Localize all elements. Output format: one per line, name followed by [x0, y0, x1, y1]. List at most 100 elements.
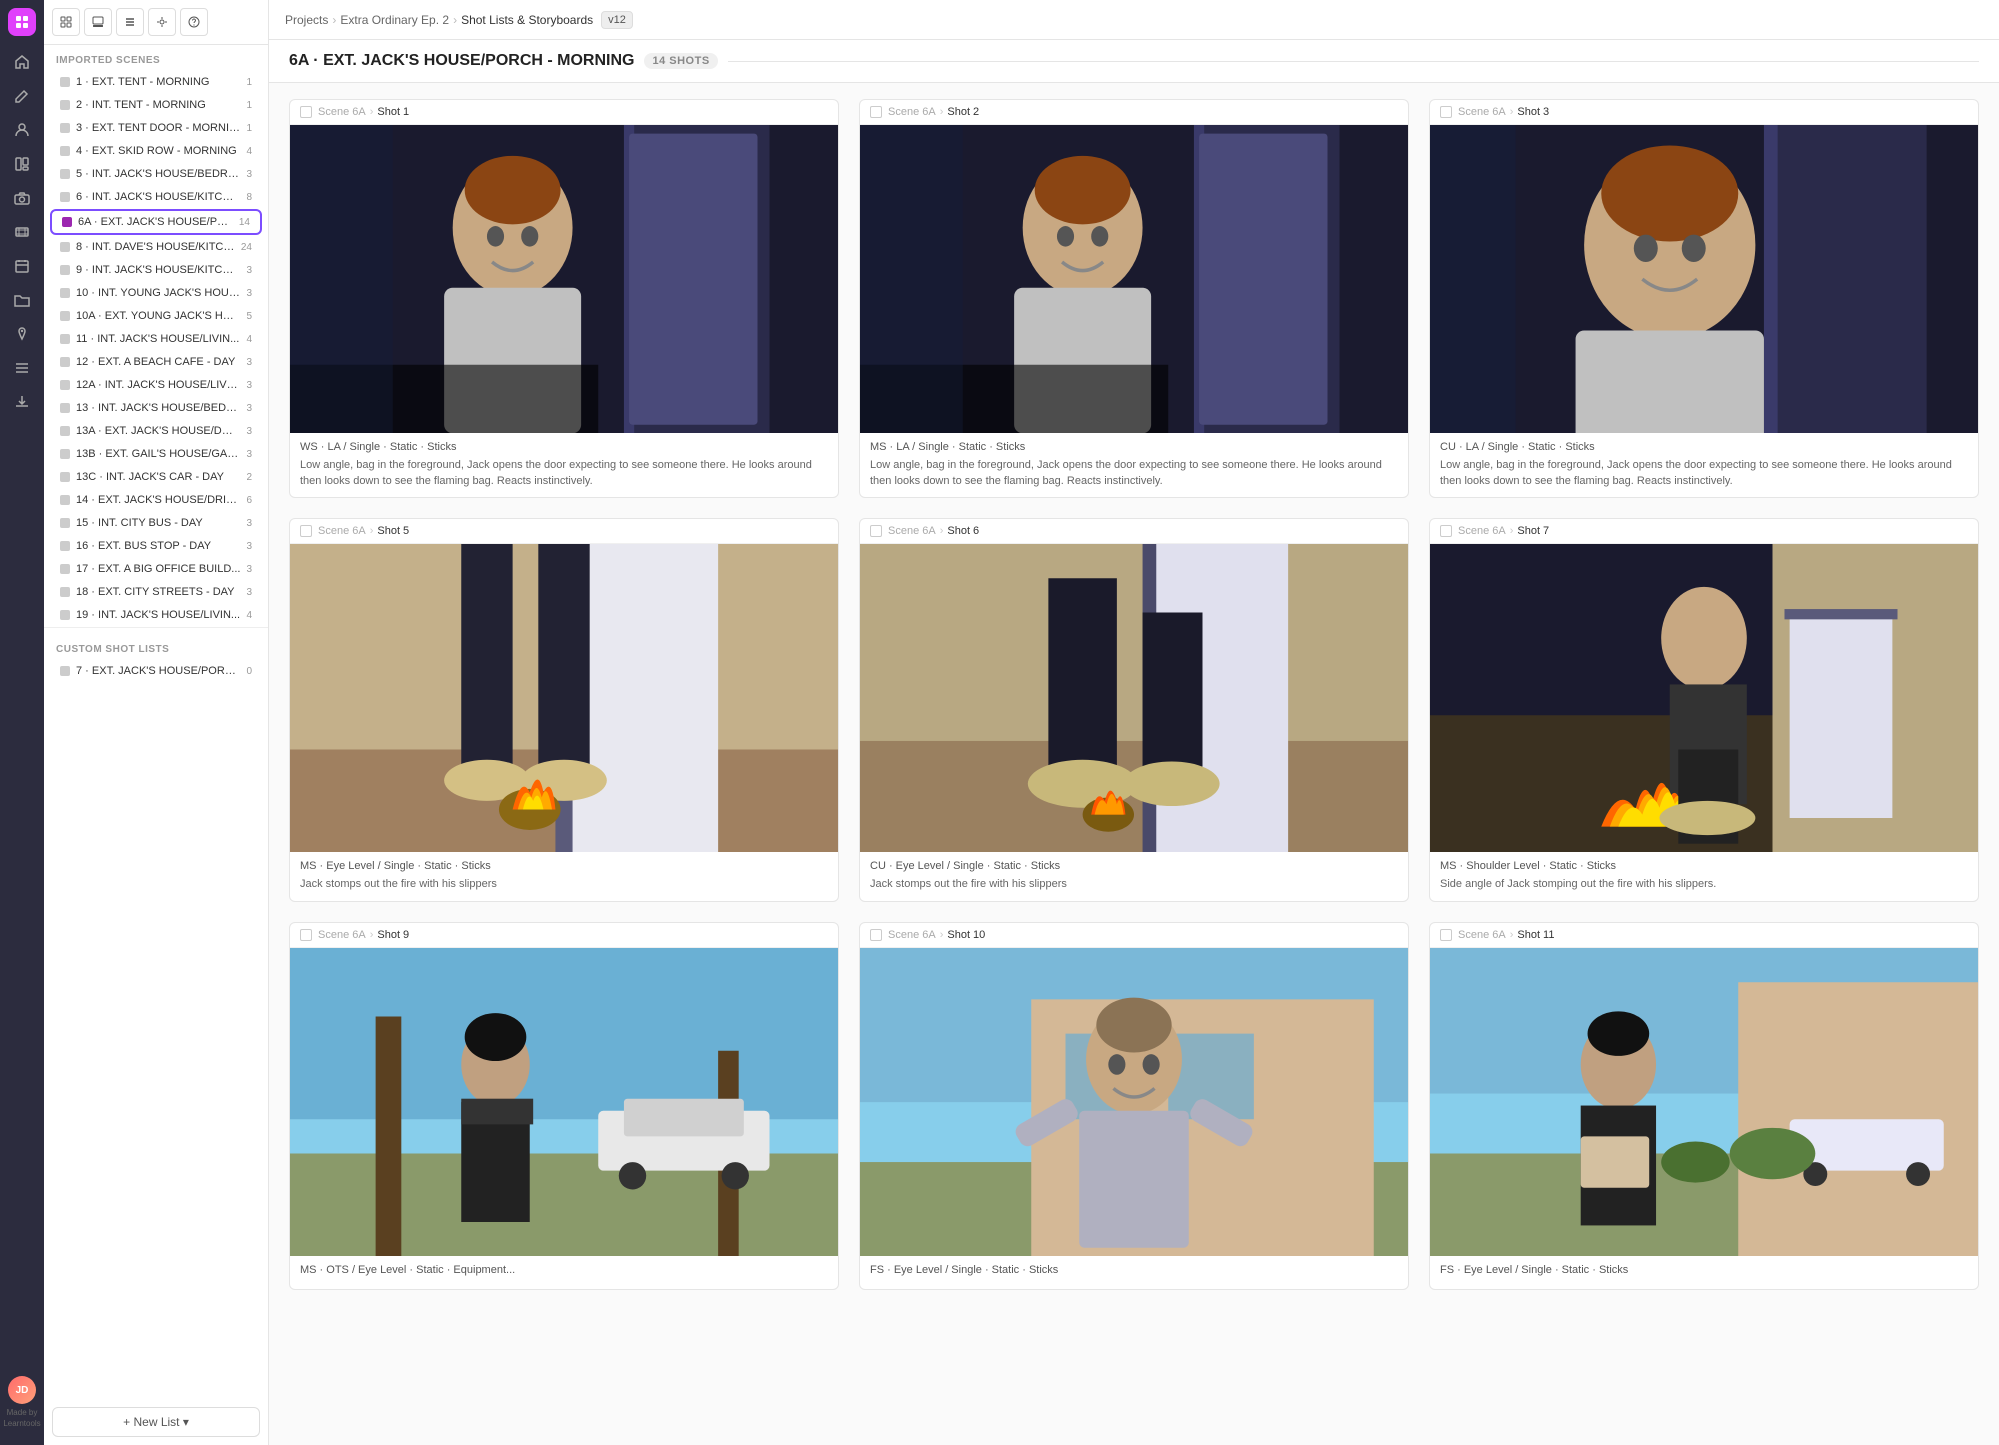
sidebar-list: IMPORTED SCENES 1 · EXT. TENT - MORNING … — [44, 45, 268, 1399]
sidebar-tool-settings[interactable] — [148, 8, 176, 36]
sidebar-scene-item[interactable]: 10A · EXT. YOUNG JACK'S HOU... 5 — [50, 305, 262, 327]
nav-download-icon[interactable] — [6, 386, 38, 418]
sidebar-tool-thumb[interactable] — [84, 8, 112, 36]
scene-color-dot — [60, 610, 70, 620]
content-area: Scene 6A › Shot 1 — [269, 83, 1999, 1445]
nav-calendar-icon[interactable] — [6, 250, 38, 282]
shot-card[interactable]: Scene 6A › Shot 10 — [859, 922, 1409, 1290]
sidebar-scene-item[interactable]: 12 · EXT. A BEACH CAFE - DAY 3 — [50, 351, 262, 373]
shot-card[interactable]: Scene 6A › Shot 3 CU — [1429, 99, 1979, 498]
scene-count: 14 — [239, 217, 250, 228]
scene-label: 19 · INT. JACK'S HOUSE/LIVIN... — [76, 609, 240, 621]
shot-card[interactable]: Scene 6A › Shot 5 — [289, 518, 839, 902]
scene-label: 15 · INT. CITY BUS - DAY — [76, 517, 240, 529]
shot-card[interactable]: Scene 6A › Shot 6 — [859, 518, 1409, 902]
sidebar-scene-item[interactable]: 8 · INT. DAVE'S HOUSE/KITCHE... 24 — [50, 236, 262, 258]
shot-checkbox[interactable] — [870, 525, 882, 537]
sidebar-scene-item[interactable]: 13A · EXT. JACK'S HOUSE/DRIV... 3 — [50, 420, 262, 442]
brand-logo[interactable] — [8, 8, 36, 36]
shot-number: Shot 2 — [947, 106, 979, 118]
shot-card[interactable]: Scene 6A › Shot 9 — [289, 922, 839, 1290]
scene-count: 5 — [246, 311, 252, 322]
nav-edit-icon[interactable] — [6, 80, 38, 112]
scene-count: 3 — [246, 403, 252, 414]
scene-label: 8 · INT. DAVE'S HOUSE/KITCHE... — [76, 241, 235, 253]
sidebar-scene-item[interactable]: 17 · EXT. A BIG OFFICE BUILD... 3 — [50, 558, 262, 580]
sidebar-tool-grid[interactable] — [52, 8, 80, 36]
sidebar-scene-item[interactable]: 10 · INT. YOUNG JACK'S HOUS... 3 — [50, 282, 262, 304]
version-badge[interactable]: v12 — [601, 11, 633, 29]
breadcrumb-section[interactable]: Shot Lists & Storyboards — [461, 13, 593, 27]
nav-film-icon[interactable] — [6, 216, 38, 248]
new-list-button[interactable]: + New List ▾ — [52, 1407, 260, 1437]
nav-board-icon[interactable] — [6, 148, 38, 180]
shot-info: MS · LA / Single · Static · Sticks Low a… — [860, 433, 1408, 497]
sidebar-scene-item[interactable]: 9 · INT. JACK'S HOUSE/KITCHE... 3 — [50, 259, 262, 281]
sidebar-scene-item[interactable]: 15 · INT. CITY BUS - DAY 3 — [50, 512, 262, 534]
sidebar-scene-item[interactable]: 2 · INT. TENT - MORNING 1 — [50, 94, 262, 116]
shot-card-header: Scene 6A › Shot 11 — [1430, 923, 1978, 948]
scene-color-dot — [60, 380, 70, 390]
nav-person-icon[interactable] — [6, 114, 38, 146]
nav-list-icon[interactable] — [6, 352, 38, 384]
shot-breadcrumb-chevron: › — [940, 929, 944, 941]
avatar-initials: JD — [16, 1385, 29, 1396]
nav-pin-icon[interactable] — [6, 318, 38, 350]
sidebar-scene-item[interactable]: 14 · EXT. JACK'S HOUSE/DRIVE... 6 — [50, 489, 262, 511]
shot-thumbnail — [1430, 544, 1978, 852]
breadcrumb-episode[interactable]: Extra Ordinary Ep. 2 — [340, 13, 449, 27]
sidebar-scene-item[interactable]: 19 · INT. JACK'S HOUSE/LIVIN... 4 — [50, 604, 262, 626]
shot-checkbox[interactable] — [1440, 525, 1452, 537]
sidebar-scene-item[interactable]: 18 · EXT. CITY STREETS - DAY 3 — [50, 581, 262, 603]
scene-color-dot — [60, 518, 70, 528]
sidebar-scene-item[interactable]: 4 · EXT. SKID ROW - MORNING 4 — [50, 140, 262, 162]
breadcrumb-projects[interactable]: Projects — [285, 13, 328, 27]
sidebar-scene-item[interactable]: 12A · INT. JACK'S HOUSE/LIVIN... 3 — [50, 374, 262, 396]
user-avatar[interactable]: JD — [8, 1376, 36, 1404]
shot-checkbox[interactable] — [300, 525, 312, 537]
shot-thumbnail — [1430, 948, 1978, 1256]
sidebar-scene-item[interactable]: 13C · INT. JACK'S CAR - DAY 2 — [50, 466, 262, 488]
sidebar-scene-item[interactable]: 6 · INT. JACK'S HOUSE/KITCHE... 8 — [50, 186, 262, 208]
shot-checkbox[interactable] — [300, 929, 312, 941]
shot-card[interactable]: Scene 6A › Shot 7 — [1429, 518, 1979, 902]
scene-color-dot — [60, 169, 70, 179]
shot-breadcrumb: Scene 6A › Shot 9 — [318, 929, 409, 941]
nav-folder-icon[interactable] — [6, 284, 38, 316]
sidebar-scene-item[interactable]: 13B · EXT. GAIL'S HOUSE/GAR... 3 — [50, 443, 262, 465]
nav-home-icon[interactable] — [6, 46, 38, 78]
scene-color-dot — [60, 495, 70, 505]
shot-card[interactable]: Scene 6A › Shot 2 — [859, 99, 1409, 498]
shot-checkbox[interactable] — [870, 929, 882, 941]
shot-checkbox[interactable] — [870, 106, 882, 118]
shot-breadcrumb: Scene 6A › Shot 5 — [318, 525, 409, 537]
shot-card[interactable]: Scene 6A › Shot 11 — [1429, 922, 1979, 1290]
shot-description: Low angle, bag in the foreground, Jack o… — [1440, 458, 1968, 489]
sidebar-tool-help[interactable] — [180, 8, 208, 36]
sidebar-tool-list[interactable] — [116, 8, 144, 36]
shot-breadcrumb: Scene 6A › Shot 2 — [888, 106, 979, 118]
shot-number: Shot 10 — [947, 929, 985, 941]
sidebar-scene-item[interactable]: 6A · EXT. JACK'S HOUSE/PORC... 14 — [50, 209, 262, 235]
sidebar-scene-item[interactable]: 1 · EXT. TENT - MORNING 1 — [50, 71, 262, 93]
sidebar-scene-item[interactable]: 16 · EXT. BUS STOP - DAY 3 — [50, 535, 262, 557]
scene-color-dot — [60, 100, 70, 110]
sidebar-scene-item[interactable]: 3 · EXT. TENT DOOR - MORNING 1 — [50, 117, 262, 139]
custom-list-item[interactable]: 7 · EXT. JACK'S HOUSE/PORCH ... 0 — [50, 660, 262, 682]
nav-camera-icon[interactable] — [6, 182, 38, 214]
shot-breadcrumb-chevron: › — [1510, 106, 1514, 118]
sidebar-scene-item[interactable]: 5 · INT. JACK'S HOUSE/BEDRO... 3 — [50, 163, 262, 185]
shot-checkbox[interactable] — [300, 106, 312, 118]
shot-card[interactable]: Scene 6A › Shot 1 — [289, 99, 839, 498]
main-area: Projects › Extra Ordinary Ep. 2 › Shot L… — [269, 0, 1999, 1445]
sidebar-scene-item[interactable]: 13 · INT. JACK'S HOUSE/BEDR... 3 — [50, 397, 262, 419]
sidebar-scene-item[interactable]: 11 · INT. JACK'S HOUSE/LIVIN... 4 — [50, 328, 262, 350]
scene-label: 1 · EXT. TENT - MORNING — [76, 76, 240, 88]
shot-number: Shot 11 — [1517, 929, 1554, 941]
shot-checkbox[interactable] — [1440, 929, 1452, 941]
shot-info: MS · OTS / Eye Level · Static · Equipmen… — [290, 1256, 838, 1289]
shot-breadcrumb-chevron: › — [940, 525, 944, 537]
shot-info: MS · Shoulder Level · Static · Sticks Si… — [1430, 852, 1978, 900]
shot-tags: CU · Eye Level / Single · Static · Stick… — [870, 860, 1398, 872]
shot-checkbox[interactable] — [1440, 106, 1452, 118]
